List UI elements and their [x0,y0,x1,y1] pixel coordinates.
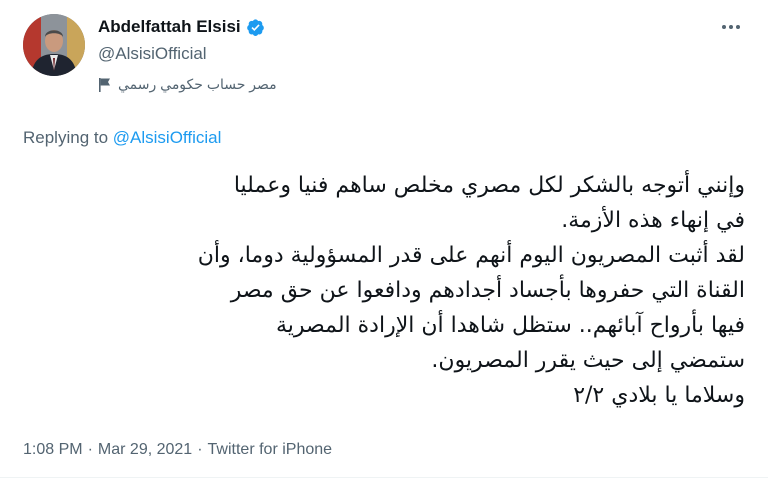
author-handle[interactable]: @AlsisiOfficial [98,44,207,64]
separator: · [197,441,203,458]
tweet-metadata: 1:08 PM · Mar 29, 2021 · Twitter for iPh… [23,441,332,459]
account-label-text: مصر حساب حكومي رسمي [118,76,277,92]
avatar[interactable] [23,14,85,76]
tweet-line: وسلاما يا بلادي ٢/٢ [573,383,745,408]
tweet-line: وإنني أتوجه بالشكر لكل مصري مخلص ساهم فن… [233,173,745,198]
tweet-line: ستمضي إلى حيث يقرر المصريون. [431,348,745,373]
tweet-header: Abdelfattah Elsisi @AlsisiOfficial مصر ح… [0,0,768,110]
tweet-time[interactable]: 1:08 PM [23,441,83,459]
avatar-image [23,14,85,76]
author-name-row: Abdelfattah Elsisi [98,17,265,37]
tweet-line: في إنهاء هذه الأزمة. [561,208,745,233]
tweet-source[interactable]: Twitter for iPhone [208,441,333,459]
more-icon[interactable] [722,22,746,32]
separator: · [87,441,93,458]
author-display-name[interactable]: Abdelfattah Elsisi [98,17,241,37]
account-label: مصر حساب حكومي رسمي [98,76,277,93]
tweet-line: فيها بأرواح آبائهم.. ستظل شاهدا أن الإرا… [275,313,745,338]
flag-icon [98,77,112,93]
tweet-line: لقد أثبت المصريون اليوم أنهم على قدر الم… [197,243,745,268]
replying-to-prefix: Replying to [23,128,113,147]
tweet-date[interactable]: Mar 29, 2021 [98,441,192,459]
replying-to-link[interactable]: @AlsisiOfficial [113,128,222,147]
tweet-line: القناة التي حفروها بأجساد أجدادهم ودافعو… [230,278,745,303]
verified-badge-icon [246,18,265,37]
replying-to: Replying to @AlsisiOfficial [23,128,221,148]
tweet-text: وإنني أتوجه بالشكر لكل مصري مخلص ساهم فن… [20,168,745,413]
